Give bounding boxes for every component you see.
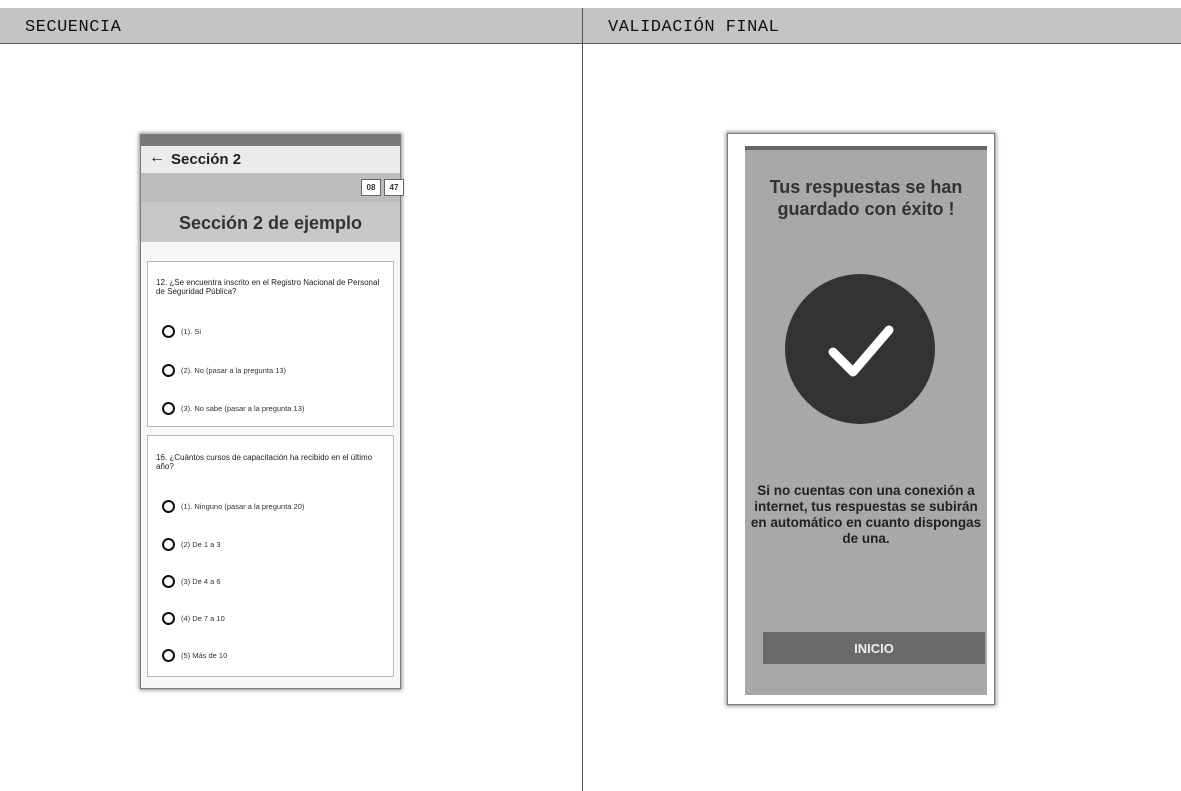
radio-circle-icon[interactable] [162,575,175,588]
column-header-label: VALIDACIÓN FINAL [608,18,780,37]
question-text: 16. ¿Cuántos cursos de capacitación ha r… [156,453,373,471]
phone-screenshot-validation: Tus respuestas se han guardado con éxito… [728,134,994,704]
status-bar [745,146,987,150]
app-bar-title: Sección 2 [171,151,242,168]
column-header-secuencia: SECUENCIA [0,8,582,44]
option-label: (1). Ninguno (pasar a la pregunta 20) [181,502,305,511]
option-label: (3). No sabe (pasar a la pregunta 13) [181,404,305,413]
status-bar [141,135,400,146]
radio-circle-icon[interactable] [162,402,175,415]
radio-circle-icon[interactable] [162,325,175,338]
question-card-12: 12. ¿Se encuentra inscrito en el Registr… [147,261,394,427]
success-screen: Tus respuestas se han guardado con éxito… [745,146,987,695]
radio-circle-icon[interactable] [162,500,175,513]
offline-info-text: Si no cuentas con una conexión a interne… [750,483,982,546]
back-arrow-icon[interactable]: ← [149,149,165,167]
radio-circle-icon[interactable] [162,538,175,551]
timer-minutes: 08 [361,179,381,196]
option-label: (4) De 7 a 10 [181,614,225,623]
radio-circle-icon[interactable] [162,649,175,662]
success-title: Tus respuestas se han guardado con éxito… [769,177,963,219]
option-label: (2) De 1 a 3 [181,540,221,549]
timer-row: 08 47 [141,173,404,202]
radio-circle-icon[interactable] [162,612,175,625]
checkmark-glyph [828,325,894,377]
radio-circle-icon[interactable] [162,364,175,377]
checkmark-icon [785,274,935,424]
option-label: (3) De 4 a 6 [181,577,221,586]
question-text: 12. ¿Se encuentra inscrito en el Registr… [156,278,380,296]
column-header-validacion: VALIDACIÓN FINAL [583,8,1181,44]
column-header-label: SECUENCIA [25,18,122,37]
option-label: (2). No (pasar a la pregunta 13) [181,366,287,375]
app-bar: ← Sección 2 [141,146,400,173]
timer-seconds: 47 [384,179,404,196]
question-card-16: 16. ¿Cuántos cursos de capacitación ha r… [147,435,394,677]
section-banner: Sección 2 de ejemplo [141,202,400,242]
option-label: (5) Más de 10 [181,651,228,660]
inicio-button[interactable]: INICIO [763,632,985,664]
column-divider [582,8,583,791]
phone-screenshot-sequence: ← Sección 2 08 47 Sección 2 de ejemplo 1… [141,135,404,688]
section-title: Sección 2 de ejemplo [178,213,363,233]
option-label: (1). Si [181,327,202,336]
document-table: SECUENCIA VALIDACIÓN FINAL ← Sección 2 0… [0,0,1181,791]
